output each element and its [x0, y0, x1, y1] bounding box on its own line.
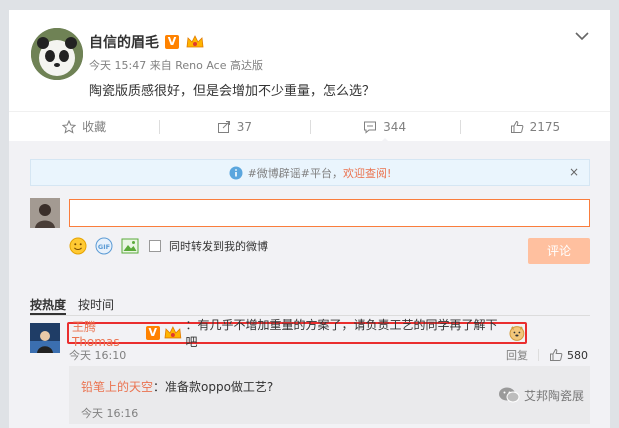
- verified-badge-icon: V: [165, 35, 179, 49]
- comment-count: 344: [383, 119, 407, 134]
- comment-icon: [364, 121, 377, 134]
- comment-actions: 回复 580: [506, 347, 588, 363]
- wechat-icon: [499, 387, 520, 403]
- watermark-text: 艾邦陶瓷展: [524, 388, 585, 403]
- comment-like-button[interactable]: 580: [549, 348, 588, 362]
- like-button[interactable]: 2175: [459, 112, 610, 141]
- member-crown-icon: [186, 35, 204, 48]
- comment-like-count: 580: [567, 348, 588, 362]
- emoji-icon[interactable]: [69, 237, 87, 255]
- favorite-label: 收藏: [82, 120, 107, 134]
- comment-highlight-box: 王腾Thomas V ：有几乎不增加重量的方案了，请负责工艺的同学再了解下吧: [67, 318, 527, 349]
- forward-checkbox-label[interactable]: 同时转发到我的微博: [169, 238, 268, 254]
- like-count: 2175: [529, 119, 561, 134]
- verified-badge-icon: V: [145, 326, 160, 340]
- reply-text: ：准备款oppo做工艺?: [153, 380, 274, 394]
- thumbs-up-icon: [550, 348, 563, 361]
- active-sort-underline: [30, 313, 66, 315]
- post-source[interactable]: Reno Ace 高达版: [175, 59, 263, 72]
- comment-input[interactable]: [69, 199, 590, 227]
- notice-link[interactable]: 欢迎查阅!: [343, 165, 391, 181]
- reply-content: 铅笔上的天空：准备款oppo做工艺?: [81, 378, 273, 395]
- watermark: 艾邦陶瓷展: [498, 386, 584, 404]
- comment-area: #微博辟谣#平台， 欢迎查阅! × GIF 同时转发到我的微博 评论 按热度 按…: [9, 141, 610, 428]
- reply-button[interactable]: 回复: [506, 347, 528, 363]
- forward-button[interactable]: 37: [159, 112, 309, 141]
- info-icon: [229, 166, 243, 179]
- divider: [538, 349, 539, 361]
- weibo-card: 自信的眉毛 V 今天 15:47 来自 Reno Ace 高达版 陶瓷版质感很好…: [9, 10, 610, 428]
- thumbs-up-icon: [510, 120, 523, 133]
- svg-text:GIF: GIF: [98, 243, 110, 251]
- post-meta: 今天 15:47 来自 Reno Ace 高达版: [89, 57, 263, 73]
- comment-avatar[interactable]: [30, 323, 60, 353]
- forward-count: 37: [236, 119, 253, 134]
- forward-icon: [217, 120, 230, 133]
- post-author: 自信的眉毛 V: [89, 32, 205, 52]
- post-actions: 收藏 37 344 2175: [9, 111, 610, 144]
- close-icon[interactable]: ×: [569, 165, 579, 179]
- comment-button[interactable]: 344: [309, 112, 460, 144]
- star-icon: [62, 119, 77, 134]
- comment-submit-button[interactable]: 评论: [528, 238, 590, 264]
- post-text: 陶瓷版质感很好，但是会增加不少重量，怎么选？: [89, 84, 376, 99]
- chevron-down-icon[interactable]: [574, 28, 590, 44]
- reply-time: 今天 16:16: [81, 407, 139, 420]
- favorite-button[interactable]: 收藏: [9, 112, 159, 141]
- comment-text: ：有几乎不增加重量的方案了，请负责工艺的同学再了解下吧: [185, 318, 498, 349]
- composer-tools: GIF 同时转发到我的微博: [69, 237, 268, 255]
- comment-user[interactable]: 王腾Thomas: [72, 318, 143, 349]
- avatar[interactable]: [31, 28, 83, 80]
- gif-icon[interactable]: GIF: [95, 237, 113, 255]
- tab-hot[interactable]: 按热度: [30, 296, 66, 313]
- reply-user[interactable]: 铅笔上的天空: [81, 380, 153, 394]
- tab-time[interactable]: 按时间: [78, 296, 114, 313]
- image-icon[interactable]: [121, 237, 139, 255]
- rumor-notice: #微博辟谣#平台， 欢迎查阅! ×: [30, 159, 590, 186]
- forward-checkbox[interactable]: [149, 240, 161, 252]
- comment-time: 今天 16:10: [69, 349, 127, 362]
- post-time[interactable]: 今天 15:47: [89, 59, 146, 72]
- doge-emoji-icon: [509, 326, 525, 341]
- sort-tabs: 按热度 按时间: [30, 296, 114, 313]
- author-name[interactable]: 自信的眉毛: [89, 32, 159, 52]
- member-crown-icon: [164, 326, 181, 339]
- notice-tag[interactable]: #微博辟谣#平台，: [248, 165, 343, 181]
- source-prefix: 来自: [149, 59, 172, 72]
- my-avatar: [30, 198, 60, 228]
